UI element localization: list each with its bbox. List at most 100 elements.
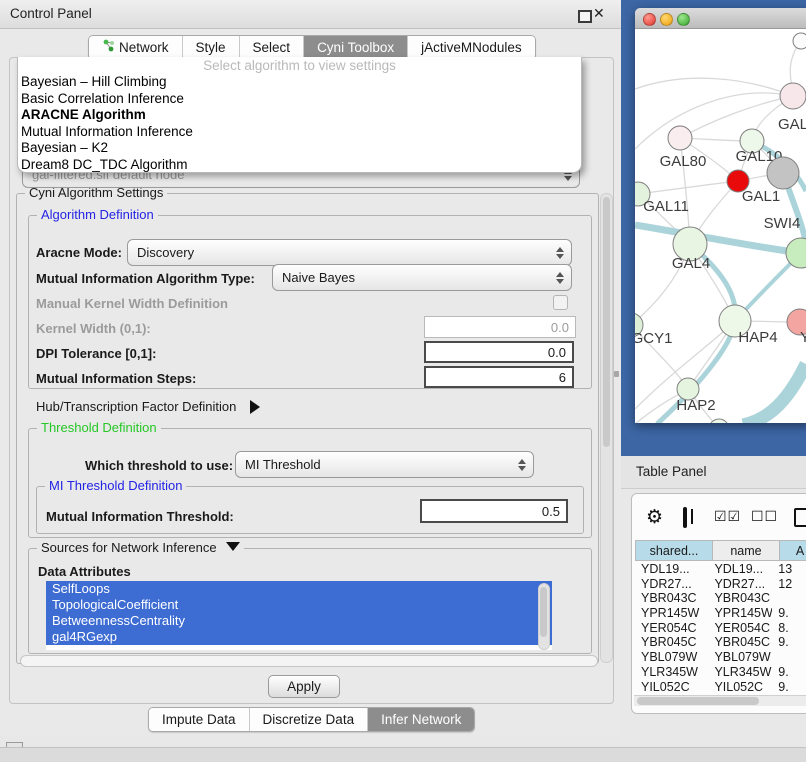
gear-icon[interactable]: ⚙ xyxy=(646,506,663,529)
network-node-gal80[interactable] xyxy=(668,126,692,150)
expand-right-icon[interactable] xyxy=(250,400,260,414)
table-row[interactable]: YDL19...YDL19...13 xyxy=(635,562,806,577)
table-cell: 13 xyxy=(772,562,806,577)
network-window-titlebar[interactable] xyxy=(635,8,806,29)
mi-type-combobox[interactable]: Naive Bayes xyxy=(272,264,572,291)
mi-threshold-field[interactable]: 0.5 xyxy=(420,499,568,523)
scrollbar-thumb[interactable] xyxy=(637,697,759,705)
table-cell: YPR145W xyxy=(635,606,708,621)
table-panel-titlebar: Table Panel xyxy=(621,456,806,489)
column-header-a[interactable]: A xyxy=(780,540,806,561)
tab-style[interactable]: Style xyxy=(183,36,240,59)
network-graph: GALGAL80GAL10GAL1GAL11SWI4GAL4GCY1HAP4YH… xyxy=(635,29,806,423)
columns-icon[interactable] xyxy=(683,507,687,528)
algorithm-option-bayesian-hill-climbing[interactable]: Bayesian – Hill Climbing xyxy=(18,74,581,91)
attribute-item-selfloops[interactable]: SelfLoops xyxy=(46,581,552,597)
network-canvas[interactable]: GALGAL80GAL10GAL1GAL11SWI4GAL4GCY1HAP4YH… xyxy=(635,29,806,423)
settings-horizontal-scrollbar[interactable] xyxy=(20,655,598,667)
network-node-gal[interactable] xyxy=(780,83,806,109)
hub-definition-label: Hub/Transcription Factor Definition xyxy=(36,399,236,414)
mi-threshold-definition-title: MI Threshold Definition xyxy=(45,478,186,493)
zoom-window-icon[interactable] xyxy=(677,13,690,26)
data-attributes-label: Data Attributes xyxy=(38,564,131,579)
which-threshold-combobox[interactable]: MI Threshold xyxy=(235,451,534,478)
data-attributes-list: SelfLoopsTopologicalCoefficientBetweenne… xyxy=(46,581,552,650)
node-label: GAL80 xyxy=(660,153,707,170)
table-cell: YBR043C xyxy=(635,591,708,606)
node-label: GAL11 xyxy=(643,198,689,215)
manual-kernel-checkbox[interactable] xyxy=(553,295,568,310)
tab-impute-data[interactable]: Impute Data xyxy=(149,708,250,731)
network-node[interactable] xyxy=(793,33,806,49)
node-label: SWI4 xyxy=(764,215,801,232)
dpi-tolerance-field[interactable]: 0.0 xyxy=(424,341,574,363)
node-label: GAL4 xyxy=(672,255,710,272)
settings-vertical-scrollbar[interactable] xyxy=(600,193,613,663)
table-row[interactable]: YLR345WYLR345W9. xyxy=(635,665,806,680)
attribute-list-scrollbar[interactable] xyxy=(538,583,550,650)
table-function-icon[interactable] xyxy=(794,508,806,527)
table-row[interactable]: YIL052CYIL052C9. xyxy=(635,680,806,695)
apply-button[interactable]: Apply xyxy=(268,675,340,698)
column-header-name[interactable]: name xyxy=(713,540,780,561)
table-cell: YER054C xyxy=(635,621,708,636)
mi-steps-label: Mutual Information Steps: xyxy=(36,371,196,386)
network-node[interactable] xyxy=(767,157,799,189)
tab-cyni-toolbox[interactable]: Cyni Toolbox xyxy=(304,36,408,59)
control-panel-titlebar: Control Panel ✕ xyxy=(0,0,621,29)
scrollbar-thumb[interactable] xyxy=(603,197,610,447)
combo-stepper-icon xyxy=(555,247,564,259)
splitter-handle[interactable] xyxy=(614,371,619,377)
attribute-item-gal4rgexp[interactable]: gal4RGexp xyxy=(46,629,552,645)
kernel-width-field[interactable]: 0.0 xyxy=(424,316,576,338)
minimize-window-icon[interactable] xyxy=(660,13,673,26)
aracne-mode-value: Discovery xyxy=(128,245,555,260)
deselect-all-checkboxes-icon[interactable]: ☐☐ xyxy=(751,508,778,525)
scrollbar-thumb[interactable] xyxy=(540,587,547,637)
table-row[interactable]: YBL079WYBL079W xyxy=(635,650,806,665)
aracne-mode-combobox[interactable]: Discovery xyxy=(127,239,572,266)
float-panel-icon[interactable] xyxy=(578,10,592,23)
algorithm-list: Bayesian – Hill ClimbingBasic Correlatio… xyxy=(18,74,581,173)
table-row[interactable]: YPR145WYPR145W9. xyxy=(635,606,806,621)
mi-type-label: Mutual Information Algorithm Type: xyxy=(36,271,255,286)
algorithm-option-mutual-information-inference[interactable]: Mutual Information Inference xyxy=(18,124,581,141)
table-cell: YBL079W xyxy=(635,650,708,665)
network-edge xyxy=(743,364,806,423)
node-label: GAL1 xyxy=(742,188,780,205)
node-label: Y xyxy=(800,329,806,346)
tab-infer-network[interactable]: Infer Network xyxy=(368,708,474,731)
table-cell: YBR045C xyxy=(708,635,772,650)
tab-discretize-data[interactable]: Discretize Data xyxy=(250,708,369,731)
hub-definition-toggle[interactable]: Hub/Transcription Factor Definition xyxy=(36,399,260,414)
table-row[interactable]: YBR043CYBR043C xyxy=(635,591,806,606)
table-header-row: shared...nameA xyxy=(635,540,806,561)
table-cell: 9. xyxy=(772,680,806,695)
select-all-checkboxes-icon[interactable]: ☑☑ xyxy=(714,508,741,525)
tab-label: Cyni Toolbox xyxy=(317,36,394,59)
close-panel-icon[interactable]: ✕ xyxy=(593,5,605,22)
attribute-item-betweennesscentrality[interactable]: BetweennessCentrality xyxy=(46,613,552,629)
network-edge xyxy=(680,96,793,138)
table-cell: YLR345W xyxy=(708,665,772,680)
table-row[interactable]: YDR27...YDR27...12 xyxy=(635,577,806,592)
collapse-down-icon[interactable] xyxy=(226,542,240,551)
mi-threshold-value: 0.5 xyxy=(542,504,560,519)
algorithm-option-basic-correlation-inference[interactable]: Basic Correlation Inference xyxy=(18,91,581,108)
algorithm-option-bayesian-k2[interactable]: Bayesian – K2 xyxy=(18,140,581,157)
table-horizontal-scrollbar[interactable] xyxy=(634,695,806,706)
tab-network[interactable]: Network xyxy=(89,36,183,59)
close-window-icon[interactable] xyxy=(643,13,656,26)
table-cell: YER054C xyxy=(708,621,772,636)
tab-jactivemnodules[interactable]: jActiveMNodules xyxy=(408,36,535,59)
table-row[interactable]: YBR045CYBR045C9. xyxy=(635,635,806,650)
mi-steps-field[interactable]: 6 xyxy=(424,366,574,388)
tab-select[interactable]: Select xyxy=(240,36,305,59)
table-cell: YBR043C xyxy=(708,591,772,606)
column-header-shared[interactable]: shared... xyxy=(635,540,713,561)
attribute-item-topologicalcoefficient[interactable]: TopologicalCoefficient xyxy=(46,597,552,613)
table-row[interactable]: YER054CYER054C8. xyxy=(635,621,806,636)
table-panel-title: Table Panel xyxy=(636,464,707,479)
algorithm-option-dream8-dc-tdc-algorithm[interactable]: Dream8 DC_TDC Algorithm xyxy=(18,157,581,174)
algorithm-option-aracne-algorithm[interactable]: ARACNE Algorithm xyxy=(18,107,581,124)
